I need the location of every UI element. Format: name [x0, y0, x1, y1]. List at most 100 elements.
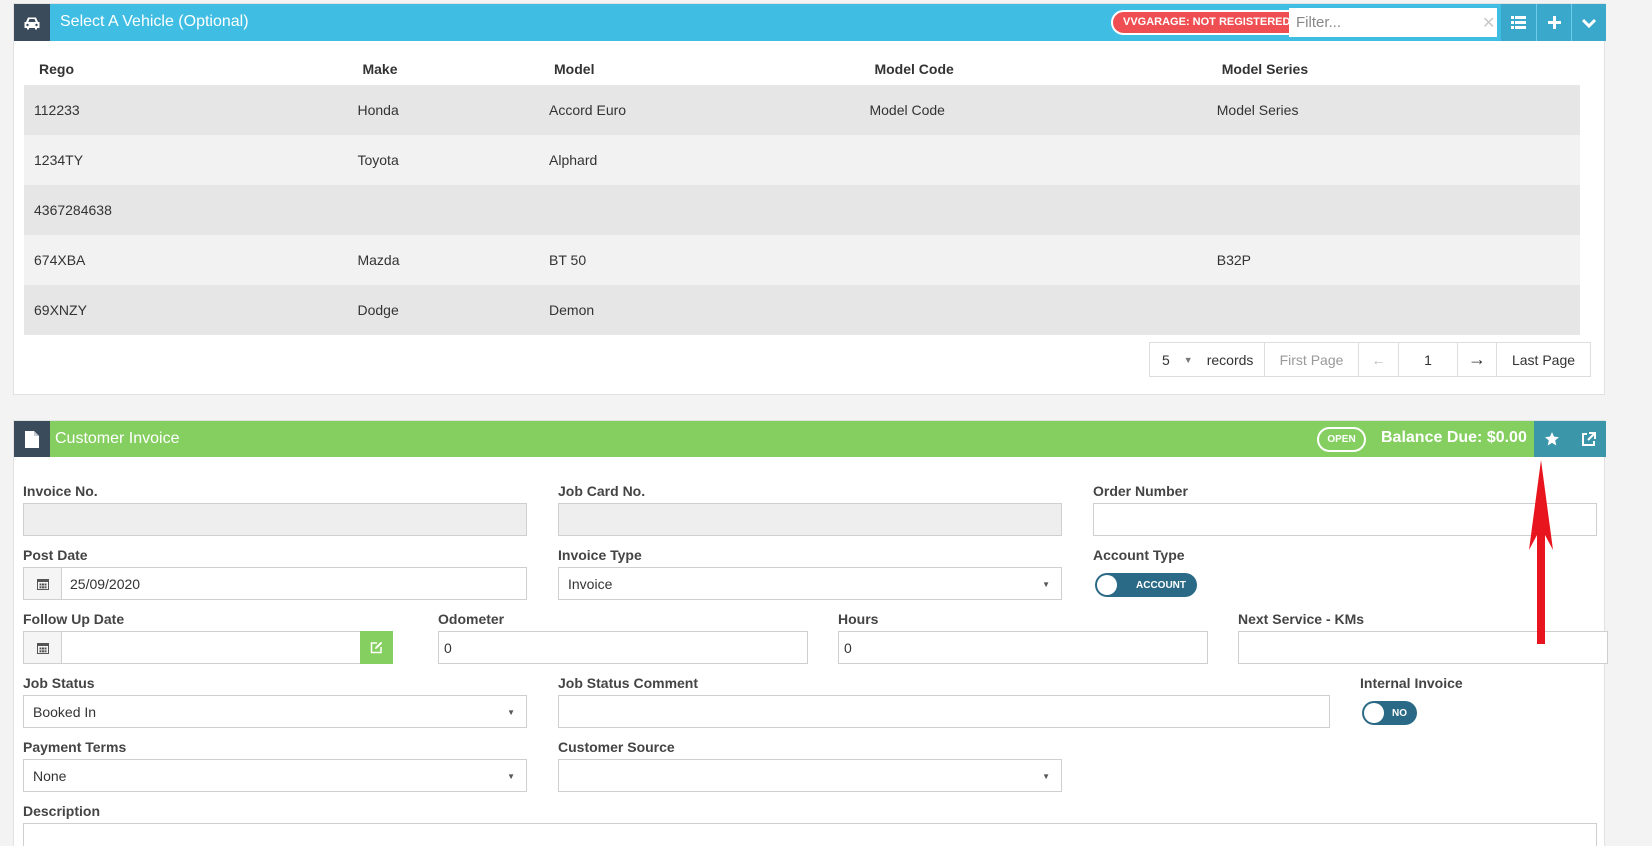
- column-header-model-code[interactable]: Model Code: [859, 52, 1206, 85]
- caret-down-icon: ▼: [507, 708, 515, 717]
- table-cell: Model Code: [859, 85, 1207, 135]
- next-page-button[interactable]: →: [1458, 343, 1497, 376]
- table-cell: Mazda: [347, 235, 540, 285]
- table-cell: Alphard: [539, 135, 860, 185]
- job-status-label: Job Status: [23, 675, 95, 691]
- previous-page-button[interactable]: ←: [1359, 343, 1399, 376]
- customer-source-select[interactable]: ▼: [558, 759, 1062, 792]
- odometer-label: Odometer: [438, 611, 505, 627]
- job-status-select[interactable]: Booked In ▼: [23, 695, 527, 728]
- annotation-arrow-icon: [1529, 460, 1553, 644]
- first-page-button[interactable]: First Page: [1265, 343, 1359, 376]
- current-page-number[interactable]: 1: [1399, 343, 1458, 376]
- job-status-comment-input[interactable]: [558, 695, 1330, 728]
- invoice-panel: Customer Invoice OPEN Balance Due: $0.00…: [13, 420, 1608, 846]
- vehicle-table: Rego Make Model Model Code Model Series …: [24, 52, 1580, 335]
- table-cell: Demon: [539, 285, 860, 335]
- invoice-no-label: Invoice No.: [23, 483, 98, 499]
- table-cell: 674XBA: [24, 235, 348, 285]
- follow-up-date-input[interactable]: [23, 631, 393, 664]
- list-icon: [1511, 16, 1526, 29]
- invoice-no-field: [23, 503, 527, 536]
- job-status-comment-label: Job Status Comment: [558, 675, 699, 691]
- caret-down-icon: ▼: [1183, 354, 1193, 365]
- add-vehicle-button[interactable]: [1536, 4, 1571, 41]
- table-cell: [1206, 285, 1580, 335]
- car-icon: [14, 4, 50, 41]
- column-header-model-series[interactable]: Model Series: [1207, 52, 1580, 85]
- account-type-toggle[interactable]: ACCOUNT: [1095, 573, 1197, 597]
- chevron-down-icon: [1582, 18, 1596, 28]
- table-cell: [859, 235, 1207, 285]
- caret-down-icon: ▼: [1042, 772, 1050, 781]
- hours-input[interactable]: 0: [838, 631, 1208, 664]
- account-type-toggle-label: ACCOUNT: [1136, 579, 1186, 591]
- table-cell: [539, 185, 860, 235]
- job-card-no-label: Job Card No.: [558, 483, 646, 499]
- external-link-icon: [1581, 431, 1596, 446]
- column-header-model[interactable]: Model: [539, 52, 859, 85]
- job-card-no-field: [558, 503, 1062, 536]
- column-header-rego[interactable]: Rego: [24, 52, 347, 85]
- table-cell: [859, 135, 1207, 185]
- column-header-make[interactable]: Make: [347, 52, 539, 85]
- table-cell: 69XNZY: [24, 285, 348, 335]
- invoice-status-badge: OPEN: [1317, 427, 1366, 452]
- table-cell: 112233: [24, 85, 348, 135]
- hours-label: Hours: [838, 611, 879, 627]
- internal-invoice-toggle[interactable]: NO: [1362, 701, 1417, 725]
- collapse-panel-button[interactable]: [1571, 4, 1606, 41]
- document-icon: [14, 421, 50, 457]
- records-label: records: [1206, 351, 1254, 368]
- plus-icon: [1547, 16, 1561, 29]
- table-cell: [1206, 185, 1580, 235]
- internal-invoice-label: Internal Invoice: [1360, 675, 1463, 691]
- table-row[interactable]: 112233 Honda Accord Euro Model Code Mode…: [24, 85, 1580, 135]
- payment-terms-select[interactable]: None ▼: [23, 759, 527, 792]
- open-external-button[interactable]: [1570, 421, 1606, 457]
- edit-icon: [370, 641, 383, 654]
- calendar-icon[interactable]: [24, 632, 62, 663]
- vehicle-panel: Select A Vehicle (Optional) VVGARAGE: NO…: [13, 3, 1606, 395]
- table-cell: BT 50: [539, 235, 860, 285]
- table-cell: [1206, 135, 1580, 185]
- page-size-select[interactable]: 5 ▼ records: [1150, 343, 1265, 376]
- table-cell: 1234TY: [24, 135, 348, 185]
- table-row[interactable]: 1234TY Toyota Alphard: [24, 135, 1580, 185]
- table-cell: [859, 185, 1207, 235]
- vehicle-panel-title: Select A Vehicle (Optional): [60, 13, 249, 30]
- toggle-knob: [1364, 703, 1384, 723]
- balance-due: Balance Due: $0.00: [1381, 429, 1527, 446]
- clear-filter-icon[interactable]: ✕: [1482, 13, 1495, 33]
- vvgarage-status-badge[interactable]: VVGARAGE: NOT REGISTERED: [1111, 10, 1303, 35]
- edit-follow-up-button[interactable]: [360, 631, 393, 664]
- pagination: 5 ▼ records First Page ← 1 → Last Page: [1149, 342, 1591, 377]
- description-label: Description: [23, 803, 101, 819]
- invoice-panel-header: Customer Invoice OPEN Balance Due: $0.00: [14, 421, 1606, 457]
- calendar-icon[interactable]: [24, 568, 62, 599]
- table-cell: Honda: [347, 85, 540, 135]
- table-row[interactable]: 674XBA Mazda BT 50 B32P: [24, 235, 1580, 285]
- list-view-button[interactable]: [1501, 4, 1536, 41]
- table-cell: Dodge: [347, 285, 540, 335]
- table-cell: [859, 285, 1207, 335]
- table-row[interactable]: 69XNZY Dodge Demon: [24, 285, 1580, 335]
- description-textarea[interactable]: [23, 823, 1597, 846]
- toggle-knob: [1097, 575, 1117, 595]
- order-number-label: Order Number: [1093, 483, 1188, 499]
- table-row[interactable]: 4367284638: [24, 185, 1580, 235]
- favorite-button[interactable]: [1534, 421, 1570, 457]
- star-icon: [1545, 432, 1559, 446]
- payment-terms-label: Payment Terms: [23, 739, 127, 755]
- table-header-row: Rego Make Model Model Code Model Series: [24, 52, 1580, 85]
- table-cell: Model Series: [1206, 85, 1580, 135]
- follow-up-date-label: Follow Up Date: [23, 611, 125, 627]
- post-date-input[interactable]: 25/09/2020: [23, 567, 527, 600]
- invoice-type-select[interactable]: Invoice ▼: [558, 567, 1062, 600]
- odometer-input[interactable]: 0: [438, 631, 808, 664]
- invoice-panel-title: Customer Invoice: [55, 430, 180, 447]
- order-number-input[interactable]: [1093, 503, 1597, 536]
- last-page-button[interactable]: Last Page: [1497, 343, 1590, 376]
- vehicle-filter-input[interactable]: [1289, 8, 1497, 37]
- caret-down-icon: ▼: [507, 772, 515, 781]
